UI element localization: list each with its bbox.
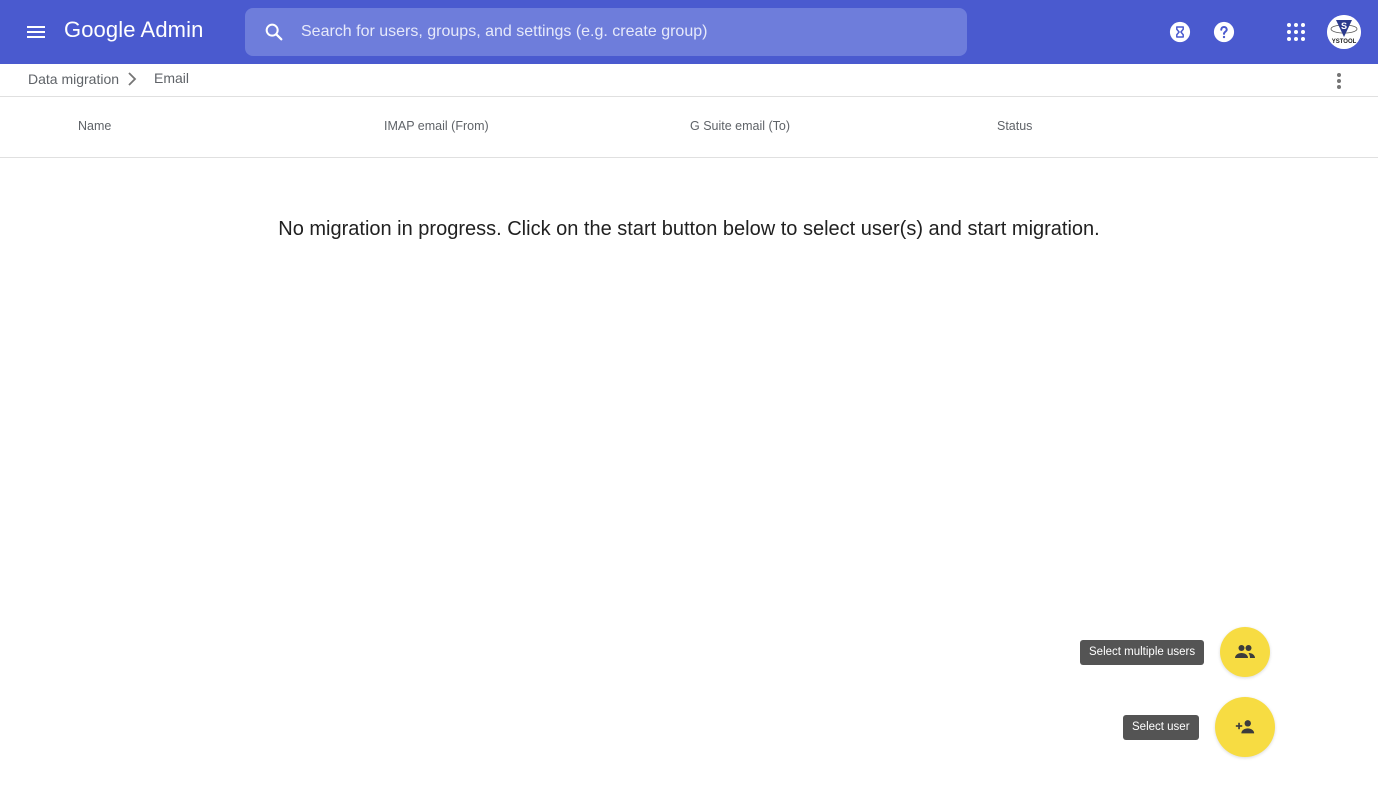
empty-state-message: No migration in progress. Click on the s… [278,218,1100,240]
search-icon[interactable] [263,21,285,43]
breadcrumb: Data migration Email [0,64,1378,97]
breadcrumb-data-migration[interactable]: Data migration [28,71,119,87]
more-vert-icon [1337,73,1341,89]
account-avatar[interactable]: S YSTOOL [1327,15,1361,49]
select-multiple-users-tooltip: Select multiple users [1080,640,1205,665]
column-header-imap-from[interactable]: IMAP email (From) [384,119,489,133]
select-user-button[interactable] [1215,697,1275,757]
help-icon [1213,21,1235,43]
hourglass-button[interactable] [1164,16,1196,48]
search-bar[interactable] [245,8,967,56]
column-header-name[interactable]: Name [78,119,111,133]
person-add-icon [1235,720,1255,734]
help-button[interactable] [1208,16,1240,48]
apps-grid-icon [1287,23,1305,41]
hourglass-icon [1169,21,1191,43]
avatar-label: YSTOOL [1332,39,1357,45]
apps-button[interactable] [1280,16,1312,48]
svg-text:S: S [1341,21,1347,31]
app-logo[interactable]: Google Admin [64,17,203,43]
chevron-right-icon [128,72,137,86]
select-multiple-users-button[interactable] [1220,627,1270,677]
column-header-gsuite-to[interactable]: G Suite email (To) [690,119,790,133]
avatar-logo-icon: S YSTOOL [1327,15,1361,49]
main-menu-button[interactable] [18,14,54,50]
more-options-button[interactable] [1326,68,1352,94]
column-header-status[interactable]: Status [997,119,1032,133]
search-input[interactable] [301,8,951,56]
top-app-bar: Google Admin Search for users, groups, a… [0,0,1378,64]
group-icon [1235,645,1255,658]
select-user-tooltip: Select user [1123,715,1199,740]
menu-icon [27,26,45,38]
table-header: Name IMAP email (From) G Suite email (To… [0,97,1378,158]
breadcrumb-email: Email [154,70,190,86]
